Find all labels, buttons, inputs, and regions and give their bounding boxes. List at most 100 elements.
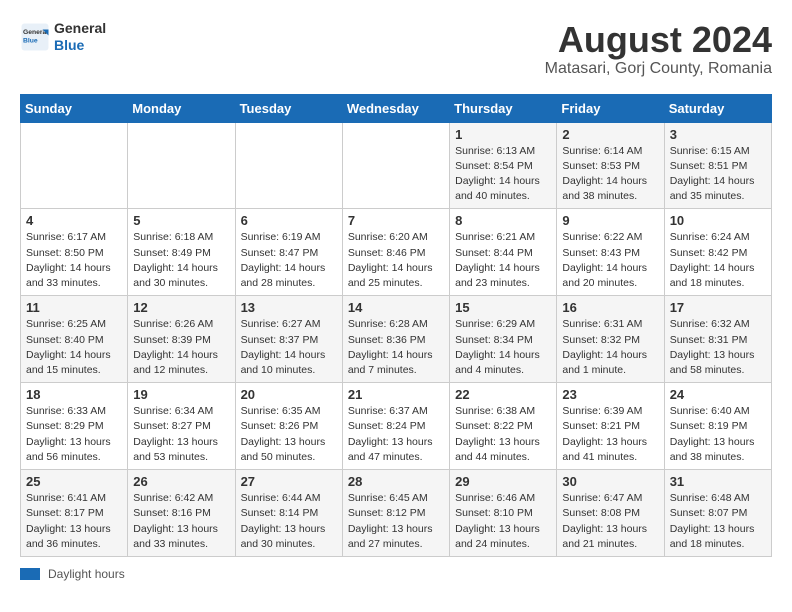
calendar-cell: 6 Sunrise: 6:19 AM Sunset: 8:47 PM Daylig…	[235, 209, 342, 296]
day-info: Sunrise: 6:13 AM Sunset: 8:54 PM Dayligh…	[455, 144, 551, 205]
day-info: Sunrise: 6:18 AM Sunset: 8:49 PM Dayligh…	[133, 230, 229, 291]
calendar-cell: 15 Sunrise: 6:29 AM Sunset: 8:34 PM Dayli…	[450, 296, 557, 383]
calendar-cell: 2Sunrise: 6:14 AM Sunset: 8:53 PM Daylig…	[557, 122, 664, 209]
day-header-sunday: Sunday	[21, 94, 128, 122]
day-info: Sunrise: 6:29 AM Sunset: 8:34 PM Dayligh…	[455, 317, 551, 378]
calendar-cell: 31 Sunrise: 6:48 AM Sunset: 8:07 PM Dayli…	[664, 470, 771, 557]
day-number: 1	[455, 127, 551, 142]
calendar-cell: 25Sunrise: 6:41 AM Sunset: 8:17 PM Dayli…	[21, 470, 128, 557]
calendar-cell: 16Sunrise: 6:31 AM Sunset: 8:32 PM Dayli…	[557, 296, 664, 383]
day-number: 28	[348, 474, 444, 489]
days-header-row: SundayMondayTuesdayWednesdayThursdayFrid…	[21, 94, 772, 122]
day-info: Sunrise: 6:41 AM Sunset: 8:17 PM Dayligh…	[26, 491, 122, 552]
calendar-cell: 14Sunrise: 6:28 AM Sunset: 8:36 PM Dayli…	[342, 296, 449, 383]
day-info: Sunrise: 6:25 AM Sunset: 8:40 PM Dayligh…	[26, 317, 122, 378]
calendar-cell: 24 Sunrise: 6:40 AM Sunset: 8:19 PM Dayli…	[664, 383, 771, 470]
day-info: Sunrise: 6:24 AM Sunset: 8:42 PM Dayligh…	[670, 230, 766, 291]
day-number: 21	[348, 387, 444, 402]
day-info: Sunrise: 6:46 AM Sunset: 8:10 PM Dayligh…	[455, 491, 551, 552]
day-info: Sunrise: 6:47 AM Sunset: 8:08 PM Dayligh…	[562, 491, 658, 552]
day-info: Sunrise: 6:44 AM Sunset: 8:14 PM Dayligh…	[241, 491, 337, 552]
month-title: August 2024	[545, 20, 772, 60]
svg-text:Blue: Blue	[23, 37, 38, 44]
calendar-cell: 7Sunrise: 6:20 AM Sunset: 8:46 PM Daylig…	[342, 209, 449, 296]
day-info: Sunrise: 6:42 AM Sunset: 8:16 PM Dayligh…	[133, 491, 229, 552]
legend-box	[20, 568, 40, 580]
calendar-cell	[342, 122, 449, 209]
day-number: 29	[455, 474, 551, 489]
calendar-cell: 8Sunrise: 6:21 AM Sunset: 8:44 PM Daylig…	[450, 209, 557, 296]
day-number: 31	[670, 474, 766, 489]
calendar-cell: 28 Sunrise: 6:45 AM Sunset: 8:12 PM Dayli…	[342, 470, 449, 557]
day-info: Sunrise: 6:32 AM Sunset: 8:31 PM Dayligh…	[670, 317, 766, 378]
day-number: 26	[133, 474, 229, 489]
day-number: 11	[26, 300, 122, 315]
day-number: 18	[26, 387, 122, 402]
title-area: August 2024 Matasari, Gorj County, Roman…	[545, 20, 772, 78]
legend-label: Daylight hours	[48, 567, 125, 581]
day-number: 24	[670, 387, 766, 402]
calendar-cell: 19 Sunrise: 6:34 AM Sunset: 8:27 PM Dayli…	[128, 383, 235, 470]
day-number: 10	[670, 213, 766, 228]
calendar-cell: 11 Sunrise: 6:25 AM Sunset: 8:40 PM Dayli…	[21, 296, 128, 383]
header: General Blue General Blue August 2024 Ma…	[20, 20, 772, 78]
day-info: Sunrise: 6:33 AM Sunset: 8:29 PM Dayligh…	[26, 404, 122, 465]
day-header-wednesday: Wednesday	[342, 94, 449, 122]
day-number: 30	[562, 474, 658, 489]
calendar-cell: 23Sunrise: 6:39 AM Sunset: 8:21 PM Dayli…	[557, 383, 664, 470]
calendar-cell: 3 Sunrise: 6:15 AM Sunset: 8:51 PM Daylig…	[664, 122, 771, 209]
calendar-cell	[21, 122, 128, 209]
day-info: Sunrise: 6:31 AM Sunset: 8:32 PM Dayligh…	[562, 317, 658, 378]
day-info: Sunrise: 6:19 AM Sunset: 8:47 PM Dayligh…	[241, 230, 337, 291]
day-info: Sunrise: 6:34 AM Sunset: 8:27 PM Dayligh…	[133, 404, 229, 465]
day-info: Sunrise: 6:48 AM Sunset: 8:07 PM Dayligh…	[670, 491, 766, 552]
week-row-3: 11 Sunrise: 6:25 AM Sunset: 8:40 PM Dayli…	[21, 296, 772, 383]
calendar-cell: 30 Sunrise: 6:47 AM Sunset: 8:08 PM Dayli…	[557, 470, 664, 557]
day-number: 4	[26, 213, 122, 228]
calendar-cell: 12 Sunrise: 6:26 AM Sunset: 8:39 PM Dayli…	[128, 296, 235, 383]
calendar-cell: 21Sunrise: 6:37 AM Sunset: 8:24 PM Dayli…	[342, 383, 449, 470]
logo-general-text: General	[54, 20, 106, 36]
calendar-cell: 20Sunrise: 6:35 AM Sunset: 8:26 PM Dayli…	[235, 383, 342, 470]
day-number: 7	[348, 213, 444, 228]
day-number: 13	[241, 300, 337, 315]
day-info: Sunrise: 6:15 AM Sunset: 8:51 PM Dayligh…	[670, 144, 766, 205]
calendar-cell: 10 Sunrise: 6:24 AM Sunset: 8:42 PM Dayli…	[664, 209, 771, 296]
day-info: Sunrise: 6:40 AM Sunset: 8:19 PM Dayligh…	[670, 404, 766, 465]
day-info: Sunrise: 6:27 AM Sunset: 8:37 PM Dayligh…	[241, 317, 337, 378]
day-number: 6	[241, 213, 337, 228]
calendar-cell	[128, 122, 235, 209]
day-info: Sunrise: 6:45 AM Sunset: 8:12 PM Dayligh…	[348, 491, 444, 552]
logo: General Blue General Blue	[20, 20, 106, 54]
day-info: Sunrise: 6:17 AM Sunset: 8:50 PM Dayligh…	[26, 230, 122, 291]
week-row-2: 4 Sunrise: 6:17 AM Sunset: 8:50 PM Daylig…	[21, 209, 772, 296]
day-number: 12	[133, 300, 229, 315]
day-number: 22	[455, 387, 551, 402]
calendar-cell: 5 Sunrise: 6:18 AM Sunset: 8:49 PM Daylig…	[128, 209, 235, 296]
subtitle: Matasari, Gorj County, Romania	[545, 60, 772, 78]
day-number: 3	[670, 127, 766, 142]
calendar-cell: 26 Sunrise: 6:42 AM Sunset: 8:16 PM Dayli…	[128, 470, 235, 557]
calendar-cell: 1 Sunrise: 6:13 AM Sunset: 8:54 PM Daylig…	[450, 122, 557, 209]
day-number: 5	[133, 213, 229, 228]
week-row-5: 25Sunrise: 6:41 AM Sunset: 8:17 PM Dayli…	[21, 470, 772, 557]
calendar-cell: 4 Sunrise: 6:17 AM Sunset: 8:50 PM Daylig…	[21, 209, 128, 296]
calendar-cell: 17Sunrise: 6:32 AM Sunset: 8:31 PM Dayli…	[664, 296, 771, 383]
day-number: 15	[455, 300, 551, 315]
day-number: 19	[133, 387, 229, 402]
logo-icon: General Blue	[20, 22, 50, 52]
day-info: Sunrise: 6:26 AM Sunset: 8:39 PM Dayligh…	[133, 317, 229, 378]
day-number: 20	[241, 387, 337, 402]
week-row-1: 1 Sunrise: 6:13 AM Sunset: 8:54 PM Daylig…	[21, 122, 772, 209]
legend: Daylight hours	[20, 567, 772, 581]
day-header-thursday: Thursday	[450, 94, 557, 122]
calendar-cell: 9Sunrise: 6:22 AM Sunset: 8:43 PM Daylig…	[557, 209, 664, 296]
day-info: Sunrise: 6:22 AM Sunset: 8:43 PM Dayligh…	[562, 230, 658, 291]
calendar-cell: 29 Sunrise: 6:46 AM Sunset: 8:10 PM Dayli…	[450, 470, 557, 557]
calendar-cell: 18 Sunrise: 6:33 AM Sunset: 8:29 PM Dayli…	[21, 383, 128, 470]
day-header-friday: Friday	[557, 94, 664, 122]
week-row-4: 18 Sunrise: 6:33 AM Sunset: 8:29 PM Dayli…	[21, 383, 772, 470]
day-info: Sunrise: 6:14 AM Sunset: 8:53 PM Dayligh…	[562, 144, 658, 205]
day-number: 8	[455, 213, 551, 228]
calendar-table: SundayMondayTuesdayWednesdayThursdayFrid…	[20, 94, 772, 557]
